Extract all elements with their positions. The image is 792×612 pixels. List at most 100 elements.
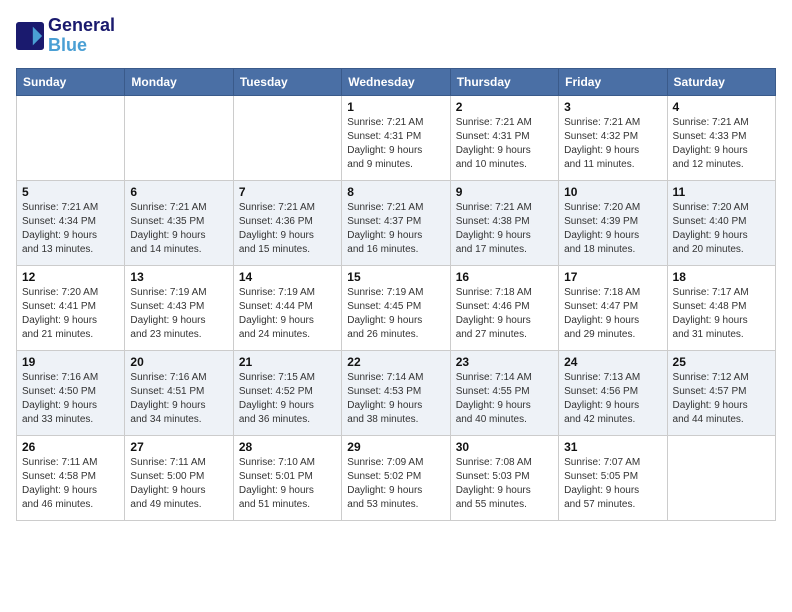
day-number: 8 [347, 185, 444, 199]
day-info: Sunrise: 7:21 AM Sunset: 4:35 PM Dayligh… [130, 201, 227, 257]
calendar-week-4: 19 Sunrise: 7:16 AM Sunset: 4:50 PM Dayli… [17, 350, 776, 435]
calendar-cell: 11 Sunrise: 7:20 AM Sunset: 4:40 PM Dayli… [667, 180, 775, 265]
day-number: 10 [564, 185, 661, 199]
day-info: Sunrise: 7:14 AM Sunset: 4:53 PM Dayligh… [347, 371, 444, 427]
calendar-cell [667, 435, 775, 520]
calendar-cell: 18 Sunrise: 7:17 AM Sunset: 4:48 PM Dayli… [667, 265, 775, 350]
calendar-cell: 1 Sunrise: 7:21 AM Sunset: 4:31 PM Daylig… [342, 95, 450, 180]
calendar-cell: 21 Sunrise: 7:15 AM Sunset: 4:52 PM Dayli… [233, 350, 341, 435]
day-info: Sunrise: 7:11 AM Sunset: 4:58 PM Dayligh… [22, 456, 119, 512]
weekday-header-friday: Friday [559, 68, 667, 95]
logo: General Blue [16, 16, 115, 56]
day-number: 18 [673, 270, 770, 284]
calendar-cell: 27Sunrise: 7:11 AM Sunset: 5:00 PM Dayli… [125, 435, 233, 520]
calendar-cell: 6 Sunrise: 7:21 AM Sunset: 4:35 PM Daylig… [125, 180, 233, 265]
calendar-cell: 2 Sunrise: 7:21 AM Sunset: 4:31 PM Daylig… [450, 95, 558, 180]
day-info: Sunrise: 7:09 AM Sunset: 5:02 PM Dayligh… [347, 456, 444, 512]
day-info: Sunrise: 7:20 AM Sunset: 4:39 PM Dayligh… [564, 201, 661, 257]
logo-icon [16, 22, 44, 50]
day-info: Sunrise: 7:19 AM Sunset: 4:43 PM Dayligh… [130, 286, 227, 342]
day-info: Sunrise: 7:20 AM Sunset: 4:40 PM Dayligh… [673, 201, 770, 257]
day-info: Sunrise: 7:16 AM Sunset: 4:50 PM Dayligh… [22, 371, 119, 427]
day-number: 6 [130, 185, 227, 199]
day-info: Sunrise: 7:21 AM Sunset: 4:33 PM Dayligh… [673, 116, 770, 172]
day-number: 13 [130, 270, 227, 284]
day-info: Sunrise: 7:18 AM Sunset: 4:47 PM Dayligh… [564, 286, 661, 342]
day-number: 3 [564, 100, 661, 114]
day-info: Sunrise: 7:13 AM Sunset: 4:56 PM Dayligh… [564, 371, 661, 427]
day-info: Sunrise: 7:18 AM Sunset: 4:46 PM Dayligh… [456, 286, 553, 342]
weekday-header-saturday: Saturday [667, 68, 775, 95]
calendar-cell: 14 Sunrise: 7:19 AM Sunset: 4:44 PM Dayli… [233, 265, 341, 350]
day-number: 22 [347, 355, 444, 369]
day-number: 20 [130, 355, 227, 369]
day-number: 7 [239, 185, 336, 199]
day-info: Sunrise: 7:14 AM Sunset: 4:55 PM Dayligh… [456, 371, 553, 427]
calendar-week-3: 12 Sunrise: 7:20 AM Sunset: 4:41 PM Dayli… [17, 265, 776, 350]
day-info: Sunrise: 7:21 AM Sunset: 4:34 PM Dayligh… [22, 201, 119, 257]
day-number: 16 [456, 270, 553, 284]
day-info: Sunrise: 7:21 AM Sunset: 4:38 PM Dayligh… [456, 201, 553, 257]
calendar-week-5: 26 Sunrise: 7:11 AM Sunset: 4:58 PM Dayli… [17, 435, 776, 520]
day-info: Sunrise: 7:17 AM Sunset: 4:48 PM Dayligh… [673, 286, 770, 342]
day-number: 26 [22, 440, 119, 454]
calendar-cell: 31 Sunrise: 7:07 AM Sunset: 5:05 PM Dayli… [559, 435, 667, 520]
weekday-header-thursday: Thursday [450, 68, 558, 95]
day-number: 24 [564, 355, 661, 369]
header: General Blue [16, 16, 776, 56]
day-number: 12 [22, 270, 119, 284]
calendar-week-1: 1 Sunrise: 7:21 AM Sunset: 4:31 PM Daylig… [17, 95, 776, 180]
day-number: 5 [22, 185, 119, 199]
calendar-cell: 16 Sunrise: 7:18 AM Sunset: 4:46 PM Dayli… [450, 265, 558, 350]
day-number: 4 [673, 100, 770, 114]
day-number: 21 [239, 355, 336, 369]
weekday-header-sunday: Sunday [17, 68, 125, 95]
calendar-cell: 15Sunrise: 7:19 AM Sunset: 4:45 PM Dayli… [342, 265, 450, 350]
day-info: Sunrise: 7:21 AM Sunset: 4:31 PM Dayligh… [456, 116, 553, 172]
day-number: 25 [673, 355, 770, 369]
calendar-cell: 3 Sunrise: 7:21 AM Sunset: 4:32 PM Daylig… [559, 95, 667, 180]
calendar-cell: 29Sunrise: 7:09 AM Sunset: 5:02 PM Dayli… [342, 435, 450, 520]
calendar-cell: 9 Sunrise: 7:21 AM Sunset: 4:38 PM Daylig… [450, 180, 558, 265]
day-info: Sunrise: 7:21 AM Sunset: 4:32 PM Dayligh… [564, 116, 661, 172]
calendar-cell [233, 95, 341, 180]
day-info: Sunrise: 7:21 AM Sunset: 4:31 PM Dayligh… [347, 116, 444, 172]
day-number: 19 [22, 355, 119, 369]
day-number: 1 [347, 100, 444, 114]
day-info: Sunrise: 7:21 AM Sunset: 4:37 PM Dayligh… [347, 201, 444, 257]
calendar-cell: 12 Sunrise: 7:20 AM Sunset: 4:41 PM Dayli… [17, 265, 125, 350]
day-info: Sunrise: 7:19 AM Sunset: 4:45 PM Dayligh… [347, 286, 444, 342]
calendar-cell: 22 Sunrise: 7:14 AM Sunset: 4:53 PM Dayli… [342, 350, 450, 435]
day-info: Sunrise: 7:08 AM Sunset: 5:03 PM Dayligh… [456, 456, 553, 512]
day-info: Sunrise: 7:21 AM Sunset: 4:36 PM Dayligh… [239, 201, 336, 257]
day-number: 2 [456, 100, 553, 114]
day-info: Sunrise: 7:20 AM Sunset: 4:41 PM Dayligh… [22, 286, 119, 342]
weekday-header-monday: Monday [125, 68, 233, 95]
calendar-cell: 7 Sunrise: 7:21 AM Sunset: 4:36 PM Daylig… [233, 180, 341, 265]
day-number: 31 [564, 440, 661, 454]
calendar-cell: 20 Sunrise: 7:16 AM Sunset: 4:51 PM Dayli… [125, 350, 233, 435]
day-number: 28 [239, 440, 336, 454]
logo-text: General Blue [48, 16, 115, 56]
day-info: Sunrise: 7:10 AM Sunset: 5:01 PM Dayligh… [239, 456, 336, 512]
day-number: 30 [456, 440, 553, 454]
weekday-header-wednesday: Wednesday [342, 68, 450, 95]
calendar-cell: 24 Sunrise: 7:13 AM Sunset: 4:56 PM Dayli… [559, 350, 667, 435]
calendar-week-2: 5 Sunrise: 7:21 AM Sunset: 4:34 PM Daylig… [17, 180, 776, 265]
day-info: Sunrise: 7:16 AM Sunset: 4:51 PM Dayligh… [130, 371, 227, 427]
day-number: 9 [456, 185, 553, 199]
calendar-cell [125, 95, 233, 180]
calendar-cell: 30 Sunrise: 7:08 AM Sunset: 5:03 PM Dayli… [450, 435, 558, 520]
calendar-cell: 10 Sunrise: 7:20 AM Sunset: 4:39 PM Dayli… [559, 180, 667, 265]
calendar-cell: 26 Sunrise: 7:11 AM Sunset: 4:58 PM Dayli… [17, 435, 125, 520]
calendar-cell: 17Sunrise: 7:18 AM Sunset: 4:47 PM Dayli… [559, 265, 667, 350]
calendar-cell: 4 Sunrise: 7:21 AM Sunset: 4:33 PM Daylig… [667, 95, 775, 180]
day-number: 11 [673, 185, 770, 199]
day-info: Sunrise: 7:15 AM Sunset: 4:52 PM Dayligh… [239, 371, 336, 427]
day-info: Sunrise: 7:07 AM Sunset: 5:05 PM Dayligh… [564, 456, 661, 512]
day-number: 14 [239, 270, 336, 284]
calendar-cell: 23Sunrise: 7:14 AM Sunset: 4:55 PM Dayli… [450, 350, 558, 435]
day-info: Sunrise: 7:19 AM Sunset: 4:44 PM Dayligh… [239, 286, 336, 342]
weekday-header-tuesday: Tuesday [233, 68, 341, 95]
calendar-cell: 28 Sunrise: 7:10 AM Sunset: 5:01 PM Dayli… [233, 435, 341, 520]
